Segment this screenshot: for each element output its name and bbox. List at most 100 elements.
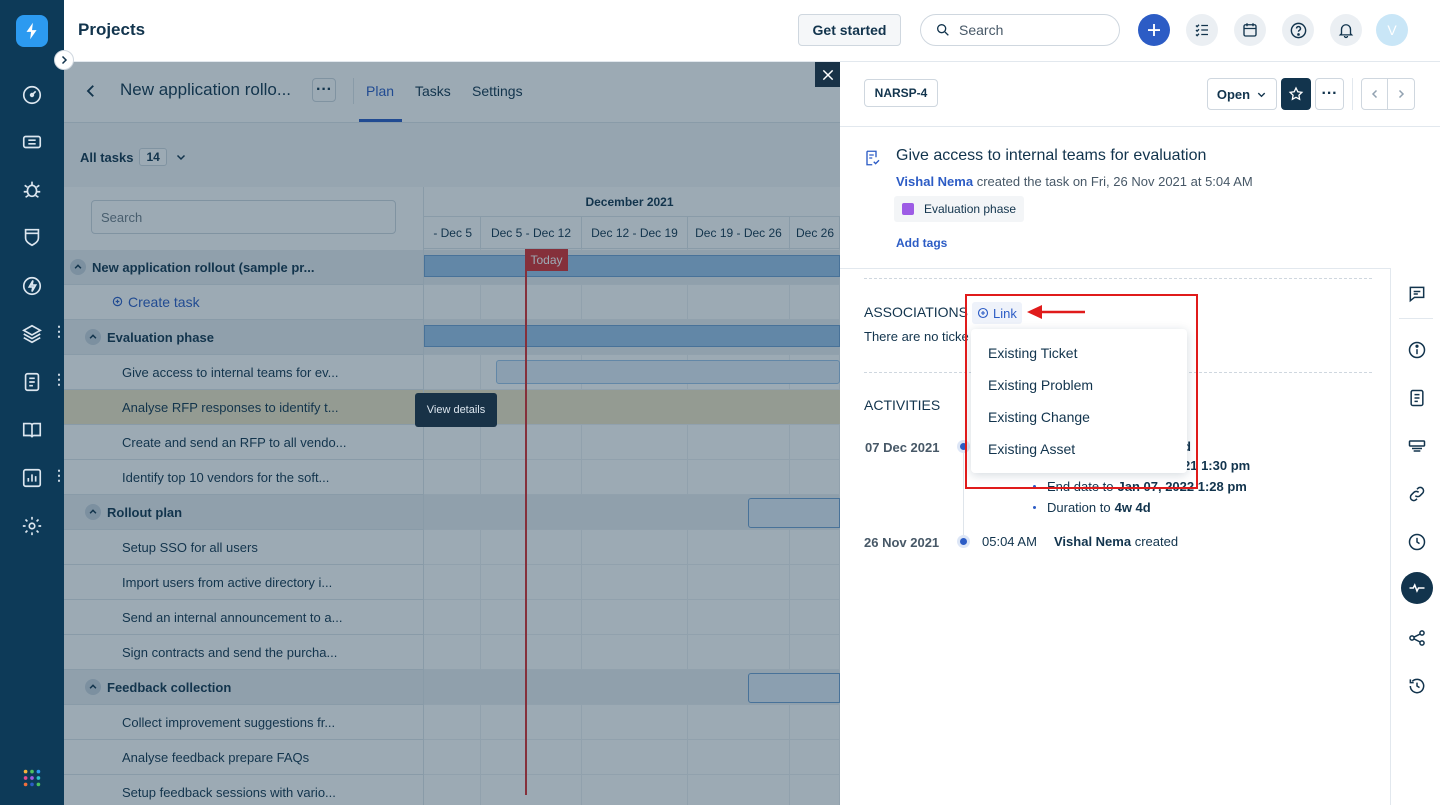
task-row[interactable]: Create and send an RFP to all vendo... (64, 425, 423, 460)
next-task-button[interactable] (1387, 78, 1415, 110)
settings-gear-icon[interactable] (18, 512, 46, 540)
activity-actor[interactable]: Vishal Nema (1054, 534, 1131, 549)
task-row[interactable]: Identify top 10 vendors for the soft... (64, 460, 423, 495)
task-row[interactable]: Setup feedback sessions with vario... (64, 775, 423, 805)
activity-pulse-icon[interactable] (1401, 572, 1433, 604)
checklist-icon (1195, 24, 1208, 37)
activity-date: 07 Dec 2021 (865, 440, 940, 455)
task-row[interactable]: Analyse RFP responses to identify t... (64, 390, 423, 425)
row-label: Analyse feedback prepare FAQs (122, 749, 310, 765)
create-task-row[interactable]: Create task (64, 285, 423, 320)
bullet-label: Duration to (1047, 500, 1111, 515)
task-creator-link[interactable]: Vishal Nema (896, 174, 973, 189)
analytics-icon[interactable] (18, 464, 46, 492)
clock-time-icon[interactable] (1403, 528, 1431, 556)
all-tasks-count: 14 (139, 148, 167, 166)
releases-icon[interactable] (18, 272, 46, 300)
collapse-chevron-icon[interactable] (85, 504, 101, 520)
panel-side-toolbar (1390, 268, 1440, 805)
gantt-phase-bar[interactable] (748, 673, 840, 703)
app-logo-icon[interactable] (16, 15, 48, 47)
tab-settings[interactable]: Settings (472, 83, 523, 99)
gantt-week-header: Dec 12 - Dec 19 (582, 217, 688, 249)
link-icon[interactable] (1403, 480, 1431, 508)
row-label: New application rollout (sample pr... (92, 259, 315, 275)
task-row[interactable]: Collect improvement suggestions fr... (64, 705, 423, 740)
more-options-button[interactable]: ··· (1315, 78, 1344, 110)
task-id-badge[interactable]: NARSP-4 (864, 79, 938, 107)
get-started-button[interactable]: Get started (798, 14, 901, 46)
info-icon[interactable] (1403, 336, 1431, 364)
new-item-plus-button[interactable] (1138, 14, 1170, 46)
chevron-down-icon (176, 154, 185, 161)
share-icon[interactable] (1403, 624, 1431, 652)
projects-more-icon[interactable]: ⋮ (52, 372, 66, 386)
star-button[interactable] (1281, 78, 1311, 110)
solutions-book-icon[interactable] (18, 416, 46, 444)
row-label: Sign contracts and send the purcha... (122, 644, 338, 660)
gantt-task-bar[interactable] (496, 360, 840, 384)
collapse-chevron-icon[interactable] (85, 679, 101, 695)
group-row[interactable]: New application rollout (sample pr... (64, 250, 423, 285)
tickets-stack-icon[interactable] (1403, 432, 1431, 460)
projects-icon[interactable] (18, 368, 46, 396)
task-row[interactable]: Send an internal announcement to a... (64, 600, 423, 635)
tab-plan[interactable]: Plan (366, 83, 394, 99)
todo-checklist-button[interactable] (1186, 14, 1218, 46)
gantt-week-header: Dec 19 - Dec 26 (688, 217, 790, 249)
history-icon[interactable] (1403, 672, 1431, 700)
task-row[interactable]: Import users from active directory i... (64, 565, 423, 600)
chevron-down-icon (1257, 92, 1266, 97)
global-search-input[interactable]: Search (920, 14, 1120, 46)
group-row[interactable]: Evaluation phase (64, 320, 423, 355)
all-tasks-filter[interactable]: All tasks 14 (80, 148, 187, 166)
gantt-phase-bar[interactable] (424, 325, 840, 347)
layers-assets-icon[interactable] (18, 320, 46, 348)
shield-changes-icon[interactable] (18, 223, 46, 251)
task-search-input[interactable]: Search (91, 200, 396, 234)
expand-nav-button[interactable] (54, 50, 74, 70)
apps-grid-icon[interactable] (18, 764, 46, 792)
row-label: Identify top 10 vendors for the soft... (122, 469, 330, 485)
prev-task-button[interactable] (1361, 78, 1388, 110)
notifications-button[interactable] (1330, 14, 1362, 46)
row-label: Create task (128, 294, 200, 310)
gantt-row (424, 565, 840, 600)
user-avatar[interactable]: V (1376, 14, 1408, 46)
calendar-button[interactable] (1234, 14, 1266, 46)
view-details-button[interactable]: View details (415, 393, 497, 427)
task-row[interactable]: Give access to internal teams for ev... (64, 355, 423, 390)
collapse-chevron-icon[interactable] (70, 259, 86, 275)
conversations-icon[interactable] (1403, 280, 1431, 308)
group-row[interactable]: Rollout plan (64, 495, 423, 530)
gantt-week-header: - Dec 5 (424, 217, 481, 249)
close-panel-button[interactable] (815, 62, 840, 87)
dashboard-icon[interactable] (18, 81, 46, 109)
project-more-button[interactable]: ··· (312, 78, 336, 102)
gantt-row (424, 460, 840, 495)
project-name: New application rollo... (120, 80, 292, 99)
task-row[interactable]: Setup SSO for all users (64, 530, 423, 565)
today-line (525, 249, 527, 795)
back-arrow-icon[interactable] (82, 82, 100, 100)
add-tags-link[interactable]: Add tags (896, 236, 947, 250)
search-icon (937, 23, 949, 36)
bug-problems-icon[interactable] (18, 175, 46, 203)
group-row[interactable]: Feedback collection (64, 670, 423, 705)
gantt-summary-bar[interactable] (424, 255, 840, 277)
star-icon (1288, 86, 1304, 101)
row-label: Create and send an RFP to all vendo... (122, 434, 347, 450)
notes-icon[interactable] (1403, 384, 1431, 412)
layers-more-icon[interactable]: ⋮ (52, 324, 66, 338)
tickets-icon[interactable] (18, 128, 46, 156)
help-button[interactable] (1282, 14, 1314, 46)
gantt-phase-bar[interactable] (748, 498, 840, 528)
collapse-chevron-icon[interactable] (85, 329, 101, 345)
today-marker: Today (525, 249, 568, 271)
gantt-week-header: Dec 5 - Dec 12 (481, 217, 582, 249)
analytics-more-icon[interactable]: ⋮ (52, 468, 66, 482)
task-row[interactable]: Sign contracts and send the purcha... (64, 635, 423, 670)
tab-tasks[interactable]: Tasks (415, 83, 451, 99)
status-dropdown[interactable]: Open (1207, 78, 1277, 110)
task-row[interactable]: Analyse feedback prepare FAQs (64, 740, 423, 775)
